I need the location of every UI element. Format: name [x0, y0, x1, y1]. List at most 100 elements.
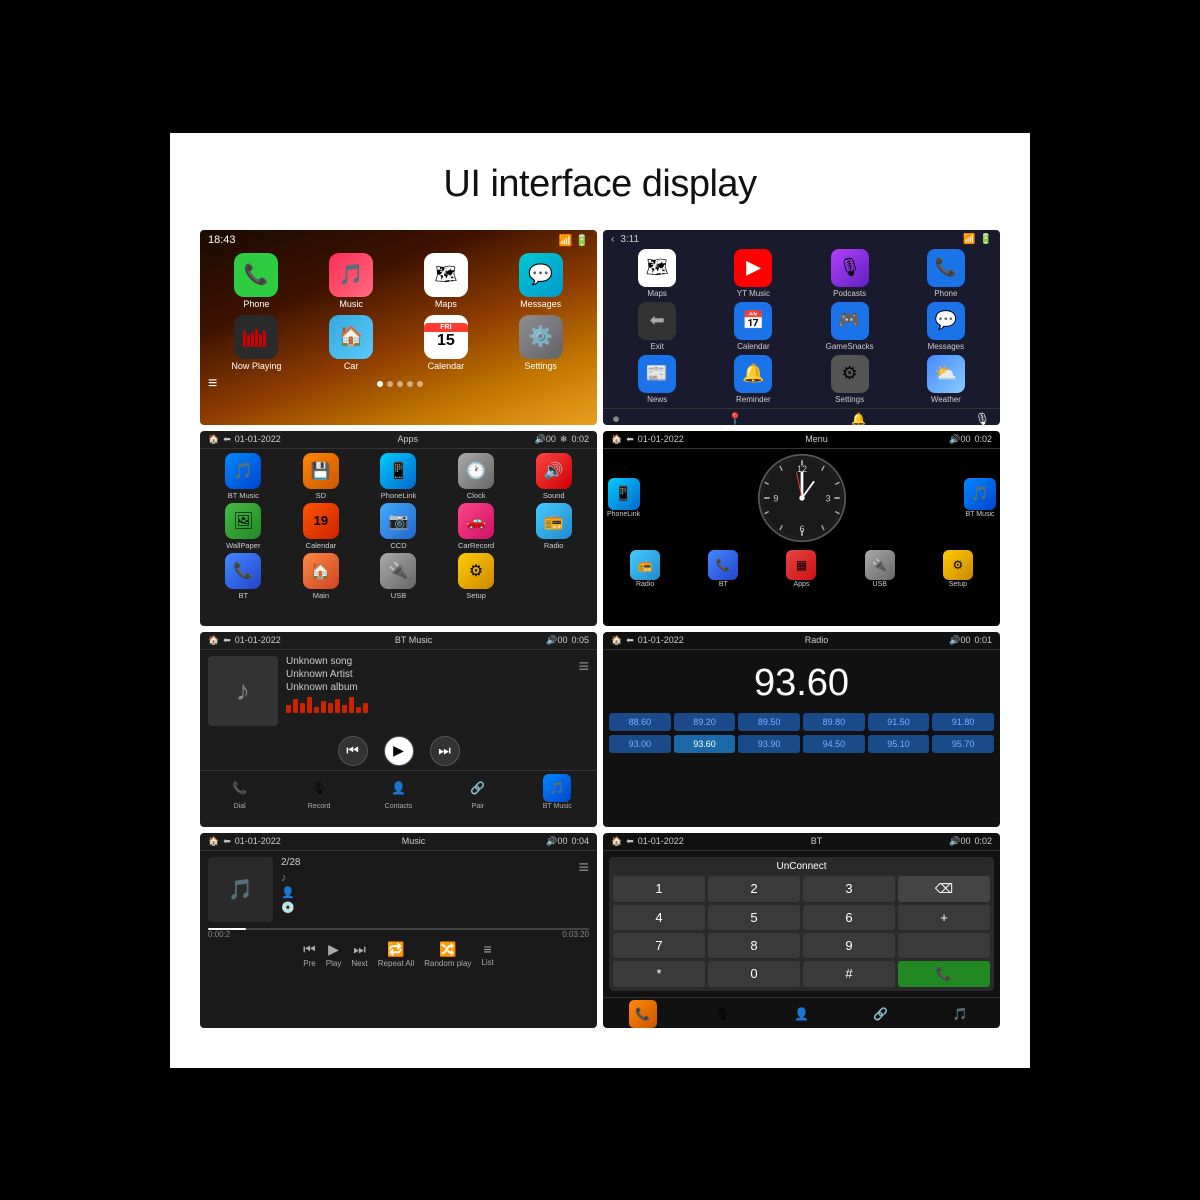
prev-button[interactable]: ⏮ — [338, 736, 368, 766]
android-bell-icon[interactable]: 🔔 — [851, 412, 866, 425]
ca-usb[interactable]: 🔌 USB — [361, 553, 436, 600]
dial-key-7[interactable]: 7 — [613, 933, 705, 958]
dial-key-plus[interactable]: + — [898, 905, 990, 930]
preset-93.90[interactable]: 93.90 — [738, 735, 800, 753]
dial-key-3[interactable]: 3 — [803, 876, 895, 902]
db-dial[interactable]: 📞 Dial — [603, 1000, 682, 1028]
carplay-app-phone[interactable]: 📞 Phone — [212, 253, 301, 309]
mb-setup[interactable]: ⚙ Setup — [920, 550, 996, 588]
aa-app-podcasts[interactable]: 🎙 Podcasts — [804, 249, 896, 298]
preset-89.20[interactable]: 89.20 — [674, 713, 736, 731]
ca-clock[interactable]: 🕐 Clock — [439, 453, 514, 500]
mc-repeat[interactable]: 🔁 Repeat All — [378, 941, 414, 968]
bm-dial[interactable]: 📞 Dial — [200, 774, 279, 810]
aa-app-calendar[interactable]: 📅 Calendar — [707, 302, 799, 351]
mb-apps[interactable]: ▦ Apps — [763, 550, 839, 588]
carplay-app-calendar[interactable]: FRI 15 Calendar — [402, 315, 491, 371]
preset-89.50[interactable]: 89.50 — [738, 713, 800, 731]
bm-btmusic[interactable]: 🎵 BT Music — [518, 774, 597, 810]
mb-radio[interactable]: 📻 Radio — [607, 550, 683, 588]
preset-95.70[interactable]: 95.70 — [932, 735, 994, 753]
preset-88.60[interactable]: 88.60 — [609, 713, 671, 731]
screen5-back[interactable]: ⬅ — [223, 635, 231, 646]
screen4-home-icon[interactable]: 🏠 — [611, 434, 622, 445]
preset-95.10[interactable]: 95.10 — [868, 735, 930, 753]
carplay-app-nowplaying[interactable]: Now Playing — [212, 315, 301, 371]
dial-key-6[interactable]: 6 — [803, 905, 895, 930]
dial-key-2[interactable]: 2 — [708, 876, 800, 902]
screen8-back[interactable]: ⬅ — [626, 836, 634, 847]
ca-bt[interactable]: 📞 BT — [206, 553, 281, 600]
play-button[interactable]: ▶ — [384, 736, 414, 766]
screen8-home[interactable]: 🏠 — [611, 836, 622, 847]
preset-91.50[interactable]: 91.50 — [868, 713, 930, 731]
preset-94.50[interactable]: 94.50 — [803, 735, 865, 753]
ca-sd[interactable]: 💾 SD — [284, 453, 359, 500]
bm-pair[interactable]: 🔗 Pair — [438, 774, 517, 810]
screen5-home[interactable]: 🏠 — [208, 635, 219, 646]
aa-app-settings[interactable]: ⚙ Settings — [804, 355, 896, 404]
dial-key-1[interactable]: 1 — [613, 876, 705, 902]
mc-pre[interactable]: ⏮ Pre — [303, 941, 316, 968]
screen4-btmusic[interactable]: 🎵 BT Music — [964, 478, 996, 518]
bm-contacts[interactable]: 👤 Contacts — [359, 774, 438, 810]
carplay-app-maps[interactable]: 🗺 Maps — [402, 253, 491, 309]
preset-91.80[interactable]: 91.80 — [932, 713, 994, 731]
aa-app-messages[interactable]: 💬 Messages — [900, 302, 992, 351]
aa-app-gamesnacks[interactable]: 🎮 GameSnacks — [804, 302, 896, 351]
screen6-home[interactable]: 🏠 — [611, 635, 622, 646]
screen3-back-icon[interactable]: ⬅ — [223, 434, 231, 445]
carplay-app-music[interactable]: 🎵 Music — [307, 253, 396, 309]
dial-key-0[interactable]: 0 — [708, 961, 800, 987]
dial-key-9[interactable]: 9 — [803, 933, 895, 958]
dial-key-8[interactable]: 8 — [708, 933, 800, 958]
ca-radio[interactable]: 📻 Radio — [516, 503, 591, 550]
carplay-app-car[interactable]: 🏠 Car — [307, 315, 396, 371]
aa-app-ytmusic[interactable]: ▶ YT Music — [707, 249, 799, 298]
ca-calendar[interactable]: 19 Calendar — [284, 503, 359, 550]
mb-usb[interactable]: 🔌 USB — [842, 550, 918, 588]
ca-setup[interactable]: ⚙ Setup — [439, 553, 514, 600]
ca-main[interactable]: 🏠 Main — [284, 553, 359, 600]
mc-random[interactable]: 🔀 Random play — [424, 941, 471, 968]
bm-record[interactable]: 🎙 Record — [279, 774, 358, 810]
screen7-home[interactable]: 🏠 — [208, 836, 219, 847]
preset-93.60[interactable]: 93.60 — [674, 735, 736, 753]
db-contacts[interactable]: 👤 Contacts — [762, 1000, 841, 1028]
music-playlist-icon[interactable]: ≡ — [578, 857, 589, 878]
aa-app-news[interactable]: 📰 News — [611, 355, 703, 404]
ca-sound[interactable]: 🔊 Sound — [516, 453, 591, 500]
screen6-back[interactable]: ⬅ — [626, 635, 634, 646]
ca-phonelink[interactable]: 📱 PhoneLink — [361, 453, 436, 500]
db-record[interactable]: 🎙 Record — [682, 1000, 761, 1028]
ca-wallpaper[interactable]: 🖼 WallPaper — [206, 503, 281, 550]
mb-bt[interactable]: 📞 BT — [685, 550, 761, 588]
screen4-back-icon[interactable]: ⬅ — [626, 434, 634, 445]
dial-key-star[interactable]: * — [613, 961, 705, 987]
aa-app-weather[interactable]: ⛅ Weather — [900, 355, 992, 404]
mc-next[interactable]: ⏭ Next — [351, 941, 367, 968]
ca-carrecord[interactable]: 🚗 CarRecord — [439, 503, 514, 550]
next-button[interactable]: ⏭ — [430, 736, 460, 766]
carplay-menu-icon[interactable]: ≡ — [208, 375, 217, 393]
dial-key-backspace[interactable]: ⌫ — [898, 876, 990, 902]
aa-app-reminder[interactable]: 🔔 Reminder — [707, 355, 799, 404]
db-pair[interactable]: 🔗 Pair — [841, 1000, 920, 1028]
preset-89.80[interactable]: 89.80 — [803, 713, 865, 731]
ca-ccd[interactable]: 📷 CCD — [361, 503, 436, 550]
android-chevron[interactable]: ‹ — [611, 234, 614, 245]
mc-list[interactable]: ≡ List — [481, 941, 493, 968]
playlist-icon[interactable]: ≡ — [578, 656, 589, 677]
screen3-home-icon[interactable]: 🏠 — [208, 434, 219, 445]
aa-app-exit[interactable]: ⬅ Exit — [611, 302, 703, 351]
dial-key-4[interactable]: 4 — [613, 905, 705, 930]
carplay-app-settings[interactable]: ⚙️ Settings — [496, 315, 585, 371]
db-btmusic[interactable]: 🎵 BT Music — [921, 1000, 1000, 1028]
mc-play[interactable]: ▶ Play — [326, 941, 342, 968]
dial-key-5[interactable]: 5 — [708, 905, 800, 930]
carplay-app-messages[interactable]: 💬 Messages — [496, 253, 585, 309]
dial-key-hash[interactable]: # — [803, 961, 895, 987]
dial-key-call[interactable]: 📞 — [898, 961, 990, 987]
screen4-phonelink[interactable]: 📱 PhoneLink — [607, 478, 640, 518]
android-mic-icon[interactable]: 🎙 — [975, 412, 990, 425]
